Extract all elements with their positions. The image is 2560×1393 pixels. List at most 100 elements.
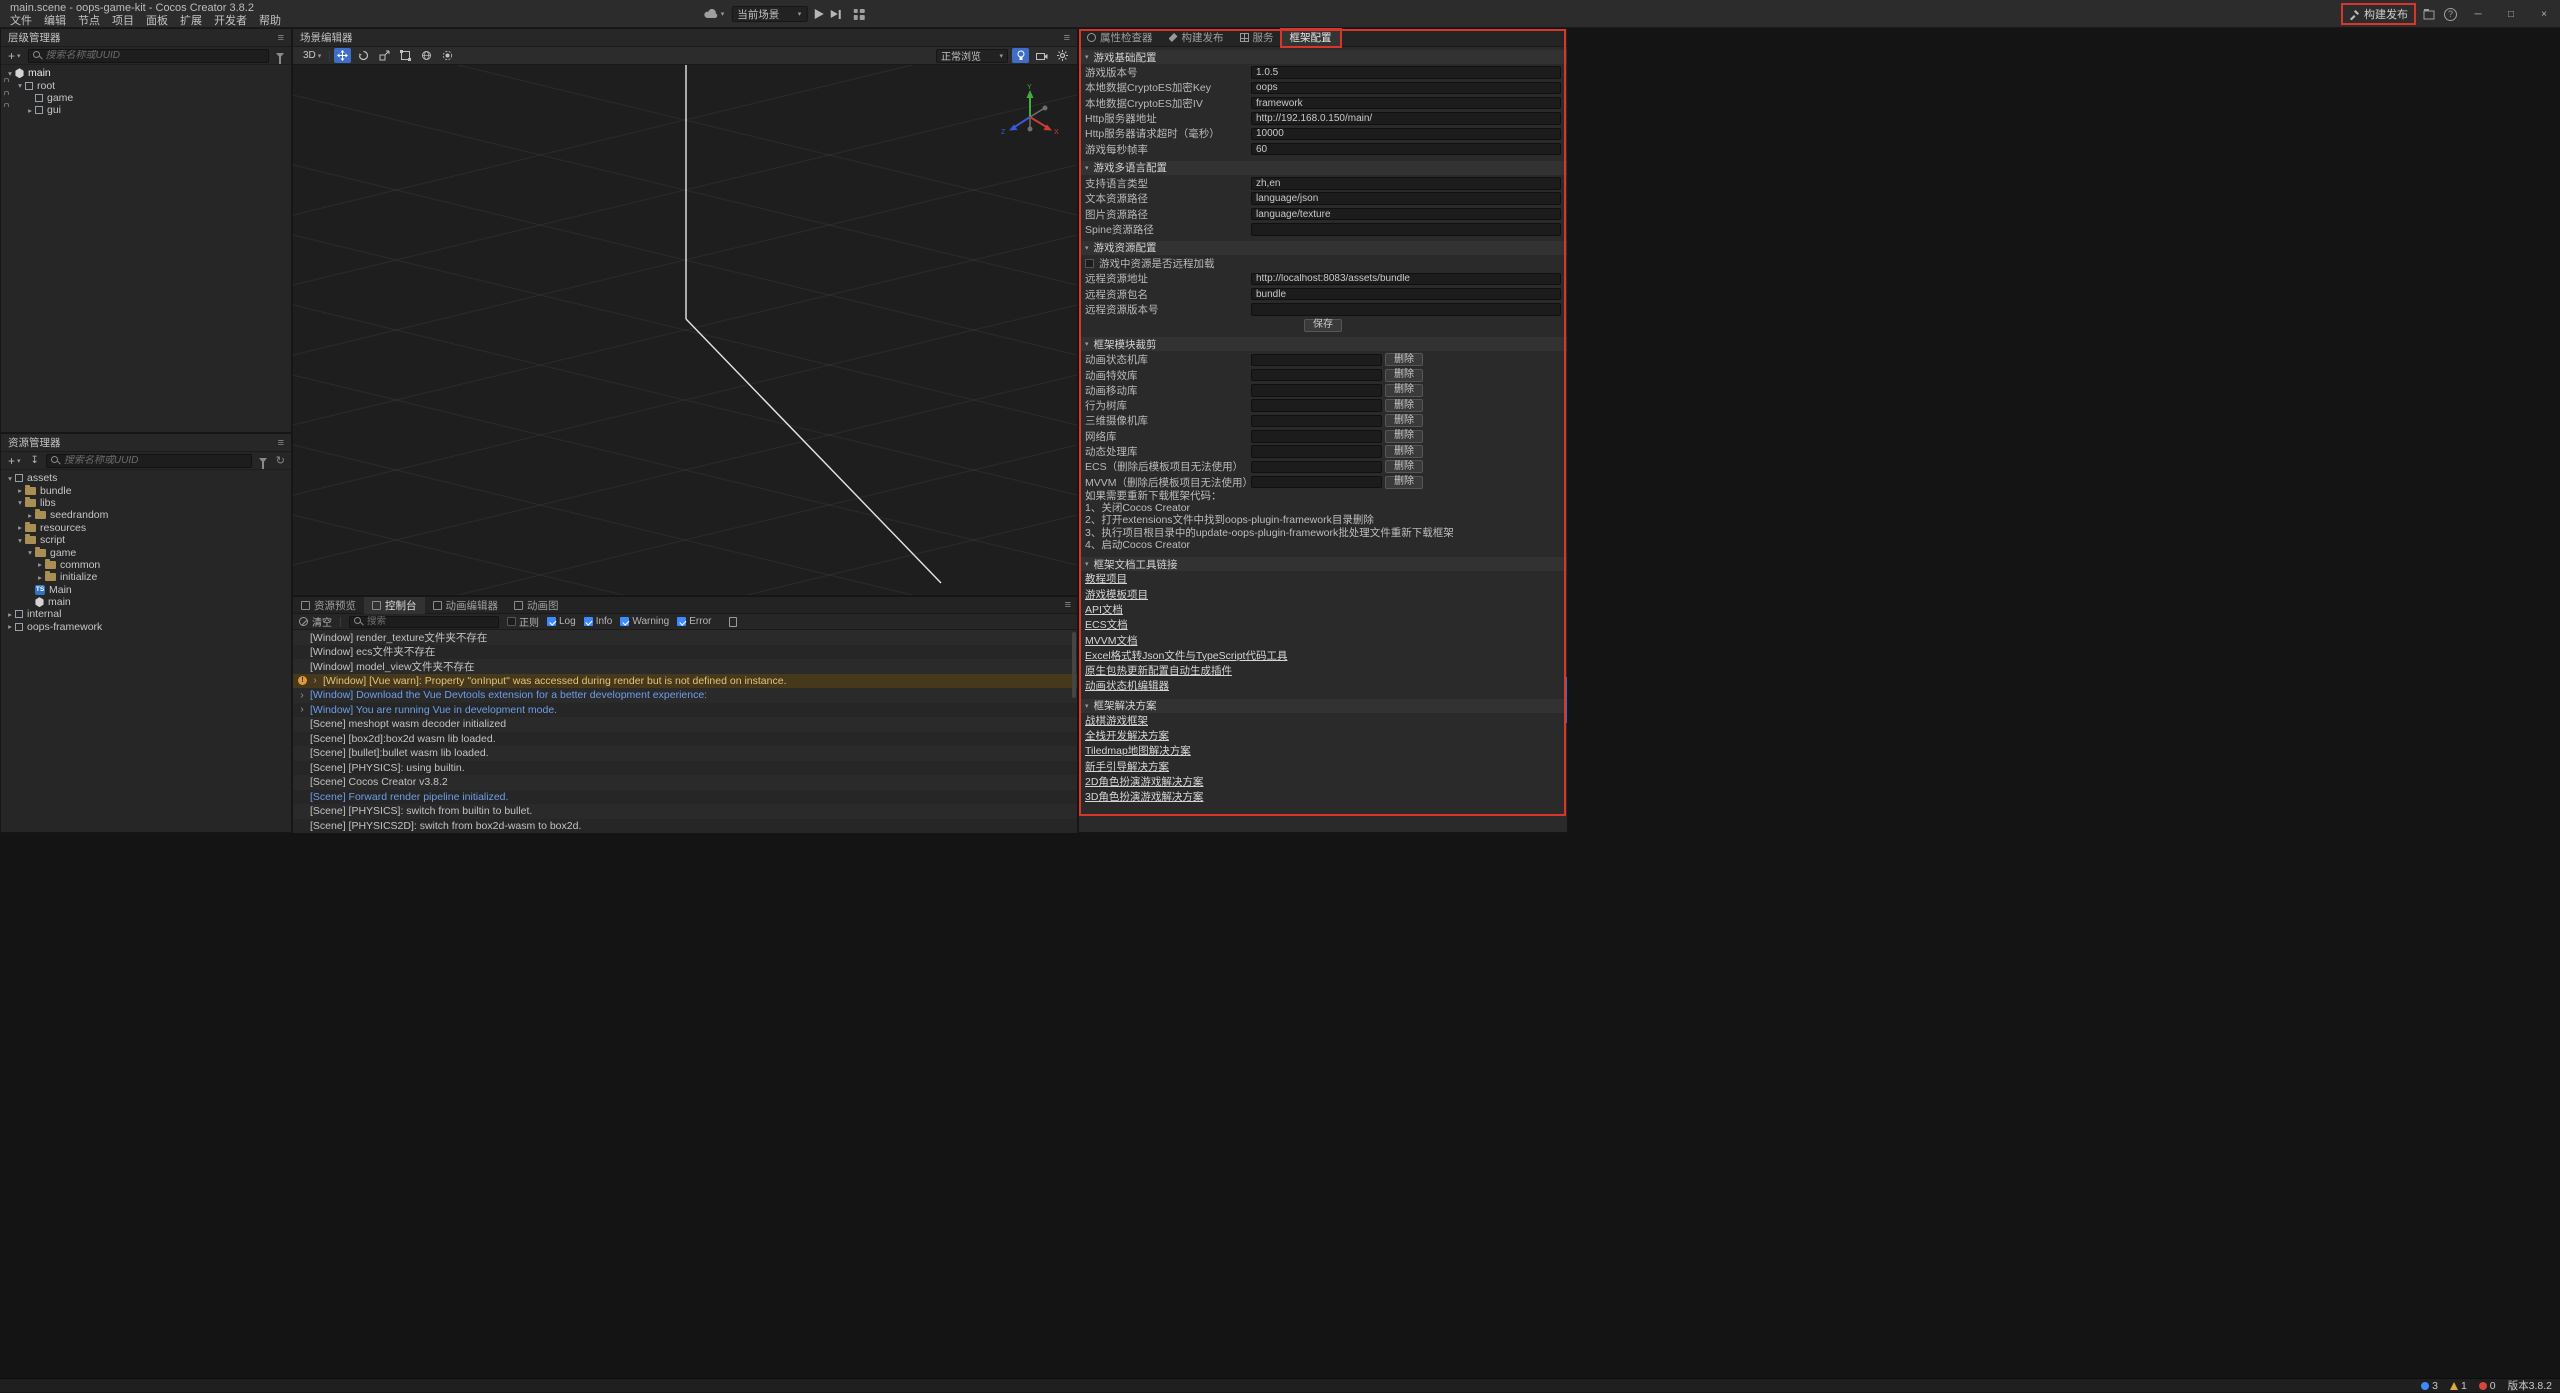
log-row[interactable]: [Scene] [PHYSICS]: using builtin. — [293, 761, 1077, 776]
link-tiledmap-solution[interactable]: Tiledmap地图解决方案 — [1085, 744, 1191, 759]
section-resource-config[interactable]: ▾ 游戏资源配置 — [1079, 241, 1567, 255]
log-row-info[interactable]: › [Window] Download the Vue Devtools ext… — [293, 688, 1077, 703]
log-row-warning[interactable]: ! › [Window] [Vue warn]: Property "onInp… — [293, 674, 1077, 689]
remote-version-input[interactable] — [1251, 303, 1561, 316]
delete-module-button[interactable]: 删除 — [1385, 353, 1423, 366]
import-asset-icon[interactable]: ↧ — [28, 455, 42, 466]
link-tutorial-project[interactable]: 教程项目 — [1085, 572, 1127, 587]
spine-path-input[interactable] — [1251, 223, 1561, 236]
scene-selector[interactable]: 当前场景 ▾ — [731, 6, 807, 22]
scene-light-button[interactable] — [1012, 48, 1029, 63]
preview-layout-button[interactable] — [853, 9, 864, 20]
menu-developer[interactable]: 开发者 — [208, 14, 253, 28]
assets-search-input[interactable] — [64, 455, 247, 466]
delete-module-button[interactable]: 删除 — [1385, 399, 1423, 412]
tab-animation-editor[interactable]: 动画编辑器 — [425, 597, 507, 614]
chevron-right-icon[interactable]: ▸ — [35, 560, 45, 569]
delete-module-button[interactable]: 删除 — [1385, 414, 1423, 427]
expand-icon[interactable]: › — [298, 704, 306, 715]
close-button[interactable]: × — [2532, 9, 2556, 20]
message-count-badge[interactable]: 3 — [2421, 1380, 2438, 1392]
menu-help[interactable]: 帮助 — [253, 14, 287, 28]
scale-tool-button[interactable] — [376, 48, 393, 63]
filter-icon[interactable] — [276, 53, 284, 58]
log-row[interactable]: [Scene] [bullet]:bullet wasm lib loaded. — [293, 746, 1077, 761]
remote-url-input[interactable] — [1251, 273, 1561, 286]
delete-module-button[interactable]: 删除 — [1385, 384, 1423, 397]
axis-gizmo[interactable]: Y X Z — [999, 83, 1061, 144]
info-checkbox[interactable] — [584, 617, 593, 626]
module-path-input[interactable] — [1251, 399, 1382, 412]
hierarchy-search-input[interactable] — [46, 50, 264, 61]
section-i18n-config[interactable]: ▾ 游戏多语言配置 — [1079, 161, 1567, 175]
filter-log[interactable]: Log — [547, 616, 576, 627]
chevron-right-icon[interactable]: ▸ — [15, 486, 25, 495]
assets-search-input-box[interactable] — [46, 454, 252, 468]
hamburger-menu-icon[interactable]: ≡ — [1064, 32, 1070, 44]
chevron-right-icon[interactable]: ▸ — [25, 106, 35, 115]
http-timeout-input[interactable] — [1251, 128, 1561, 141]
regex-toggle[interactable]: 正则 — [507, 614, 539, 629]
filter-warning[interactable]: Warning — [620, 616, 669, 627]
log-checkbox[interactable] — [547, 617, 556, 626]
play-button[interactable] — [814, 9, 823, 19]
inspector-scrollbar[interactable] — [1564, 677, 1567, 723]
scene-settings-button[interactable] — [1054, 48, 1071, 63]
asset-node-libs[interactable]: ▾ libs — [1, 497, 291, 509]
crypto-key-input[interactable] — [1251, 82, 1561, 95]
menu-edit[interactable]: 编辑 — [38, 14, 72, 28]
asset-node-main-scene[interactable]: main — [1, 596, 291, 608]
refresh-icon[interactable]: ↻ — [274, 454, 287, 467]
asset-node-game[interactable]: ▾ game — [1, 546, 291, 558]
asset-node-oops-framework[interactable]: ▸ oops-framework — [1, 621, 291, 633]
image-path-input[interactable] — [1251, 208, 1561, 221]
link-excel-tool[interactable]: Excel格式转Json文件与TypeScript代码工具 — [1085, 649, 1287, 664]
error-checkbox[interactable] — [677, 617, 686, 626]
menu-project[interactable]: 项目 — [106, 14, 140, 28]
error-count-badge[interactable]: 0 — [2479, 1380, 2496, 1392]
dimension-toggle-button[interactable]: 3D▾ — [299, 50, 325, 61]
log-row[interactable]: [Scene] [box2d]:box2d wasm lib loaded. — [293, 732, 1077, 747]
delete-module-button[interactable]: 删除 — [1385, 476, 1423, 489]
menu-panel[interactable]: 面板 — [140, 14, 174, 28]
log-row[interactable]: [Scene] [PHYSICS]: switch from builtin t… — [293, 804, 1077, 819]
preview-platform-button[interactable]: ▾ — [704, 9, 725, 19]
asset-node-assets[interactable]: ▾ assets — [1, 472, 291, 484]
remote-bundle-input[interactable] — [1251, 288, 1561, 301]
rotate-tool-button[interactable] — [355, 48, 372, 63]
delete-module-button[interactable]: 删除 — [1385, 460, 1423, 473]
link-ecs-docs[interactable]: ECS文档 — [1085, 618, 1128, 633]
package-manager-button[interactable] — [2423, 8, 2435, 20]
chevron-right-icon[interactable]: ▸ — [5, 622, 15, 631]
log-row-info[interactable]: › [Window] You are running Vue in develo… — [293, 703, 1077, 718]
menu-extension[interactable]: 扩展 — [174, 14, 208, 28]
hierarchy-node-game[interactable]: game — [1, 92, 291, 104]
tab-build-publish[interactable]: 构建发布 — [1161, 29, 1232, 46]
hierarchy-node-main[interactable]: ▾ main — [1, 67, 291, 79]
transform-space-button[interactable] — [418, 48, 435, 63]
hamburger-menu-icon[interactable]: ≡ — [1065, 599, 1071, 611]
filter-icon[interactable] — [259, 458, 267, 463]
chevron-down-icon[interactable]: ▾ — [15, 81, 25, 90]
create-node-button[interactable]: +▾ — [5, 49, 24, 63]
expand-icon[interactable]: › — [311, 675, 319, 686]
expand-icon[interactable]: › — [298, 690, 306, 701]
asset-node-initialize[interactable]: ▸ initialize — [1, 571, 291, 583]
link-fullstack-solution[interactable]: 全栈开发解决方案 — [1085, 729, 1169, 744]
link-animator-editor[interactable]: 动画状态机编辑器 — [1085, 679, 1169, 694]
view-mode-selector[interactable]: 正常浏览 ▾ — [936, 49, 1008, 63]
chevron-down-icon[interactable]: ▾ — [25, 548, 35, 557]
log-row[interactable]: [Scene] Cocos Creator v3.8.2 — [293, 775, 1077, 790]
module-path-input[interactable] — [1251, 430, 1382, 443]
rect-tool-button[interactable] — [397, 48, 414, 63]
delete-module-button[interactable]: 删除 — [1385, 445, 1423, 458]
link-api-docs[interactable]: API文档 — [1085, 603, 1123, 618]
game-version-input[interactable] — [1251, 66, 1561, 79]
step-button[interactable] — [830, 10, 840, 19]
chevron-right-icon[interactable]: ▸ — [5, 610, 15, 619]
module-path-input[interactable] — [1251, 415, 1382, 428]
minimize-button[interactable]: ─ — [2466, 9, 2490, 20]
collapse-logs-icon[interactable] — [729, 617, 737, 627]
help-button[interactable]: ? — [2444, 8, 2457, 21]
section-basic-config[interactable]: ▾ 游戏基础配置 — [1079, 50, 1567, 64]
